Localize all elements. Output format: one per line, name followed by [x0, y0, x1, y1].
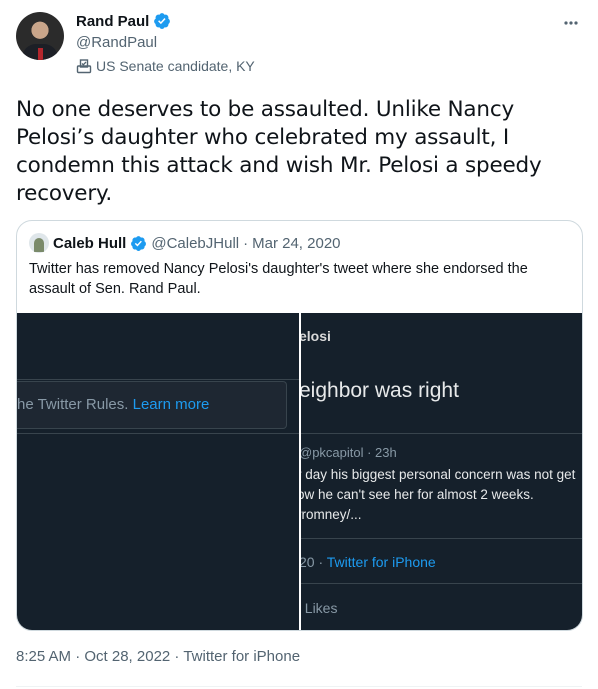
media-image-right[interactable]: elosi eighbor was right @pkcapitol · 23h…: [301, 313, 582, 630]
quoted-tweet[interactable]: Caleb Hull @CalebJHull · Mar 24, 2020 Tw…: [16, 220, 583, 631]
author-label: US Senate candidate, KY: [76, 58, 255, 74]
quoted-tweet-text: Twitter has removed Nancy Pelosi's daugh…: [29, 261, 528, 297]
embedded-body-line: rromney/...: [301, 507, 362, 522]
quoted-date[interactable]: Mar 24, 2020: [252, 235, 340, 252]
media-image-left[interactable]: he Twitter Rules. Learn more: [17, 313, 299, 630]
embedded-name: elosi: [301, 328, 331, 344]
author-handle[interactable]: @RandPaul: [76, 34, 157, 51]
avatar-tie: [38, 48, 43, 60]
more-horizontal-icon[interactable]: [560, 12, 582, 34]
embedded-headline: eighbor was right: [301, 379, 459, 402]
embedded-likes-label: Likes: [304, 600, 338, 616]
embedded-meta: @pkcapitol · 23h: [301, 445, 397, 460]
ballot-box-icon: [76, 59, 92, 74]
embedded-body-line: ow he can't see her for almost 2 weeks.: [301, 487, 534, 502]
quoted-avatar[interactable]: [29, 233, 49, 253]
quoted-separator: ·: [243, 234, 249, 252]
divider: [16, 686, 582, 687]
author-name-row: Rand Paul: [76, 12, 171, 30]
learn-more-link: Learn more: [132, 396, 210, 413]
more-dots-icon: [564, 21, 578, 25]
removed-tweet-notice: he Twitter Rules. Learn more: [17, 381, 287, 429]
author-label-text: US Senate candidate, KY: [96, 58, 255, 74]
embedded-likes: / Likes: [301, 600, 338, 616]
quoted-tweet-header: Caleb Hull @CalebJHull · Mar 24, 2020: [29, 233, 341, 253]
notice-rules-text: he Twitter Rules.: [17, 396, 129, 413]
embedded-footer-prefix: 20 ·: [301, 554, 327, 570]
quoted-display-name[interactable]: Caleb Hull: [53, 235, 126, 252]
embedded-source-link: Twitter for iPhone: [326, 554, 436, 570]
avatar[interactable]: [16, 12, 64, 60]
divider: [301, 583, 582, 584]
embedded-body-line: r day his biggest personal concern was n…: [301, 467, 576, 482]
verified-badge-icon: [131, 235, 147, 251]
divider: [17, 379, 299, 380]
tweet-text: No one deserves to be assaulted. Unlike …: [16, 97, 542, 206]
tweet-timestamp[interactable]: 8:25 AM · Oct 28, 2022 · Twitter for iPh…: [16, 648, 300, 665]
notice-text: he Twitter Rules. Learn more: [17, 396, 209, 413]
quoted-media[interactable]: he Twitter Rules. Learn more elosi eighb…: [17, 313, 582, 630]
verified-badge-icon: [154, 13, 171, 29]
tweet: Rand Paul @RandPaul US Senate candidate,…: [0, 0, 598, 689]
divider: [17, 433, 299, 434]
divider: [301, 538, 582, 539]
author-display-name[interactable]: Rand Paul: [76, 13, 149, 30]
divider: [301, 433, 582, 434]
embedded-body: r day his biggest personal concern was n…: [301, 465, 575, 525]
embedded-footer: 20 · Twitter for iPhone: [301, 554, 436, 570]
quoted-handle[interactable]: @CalebJHull: [151, 235, 239, 252]
